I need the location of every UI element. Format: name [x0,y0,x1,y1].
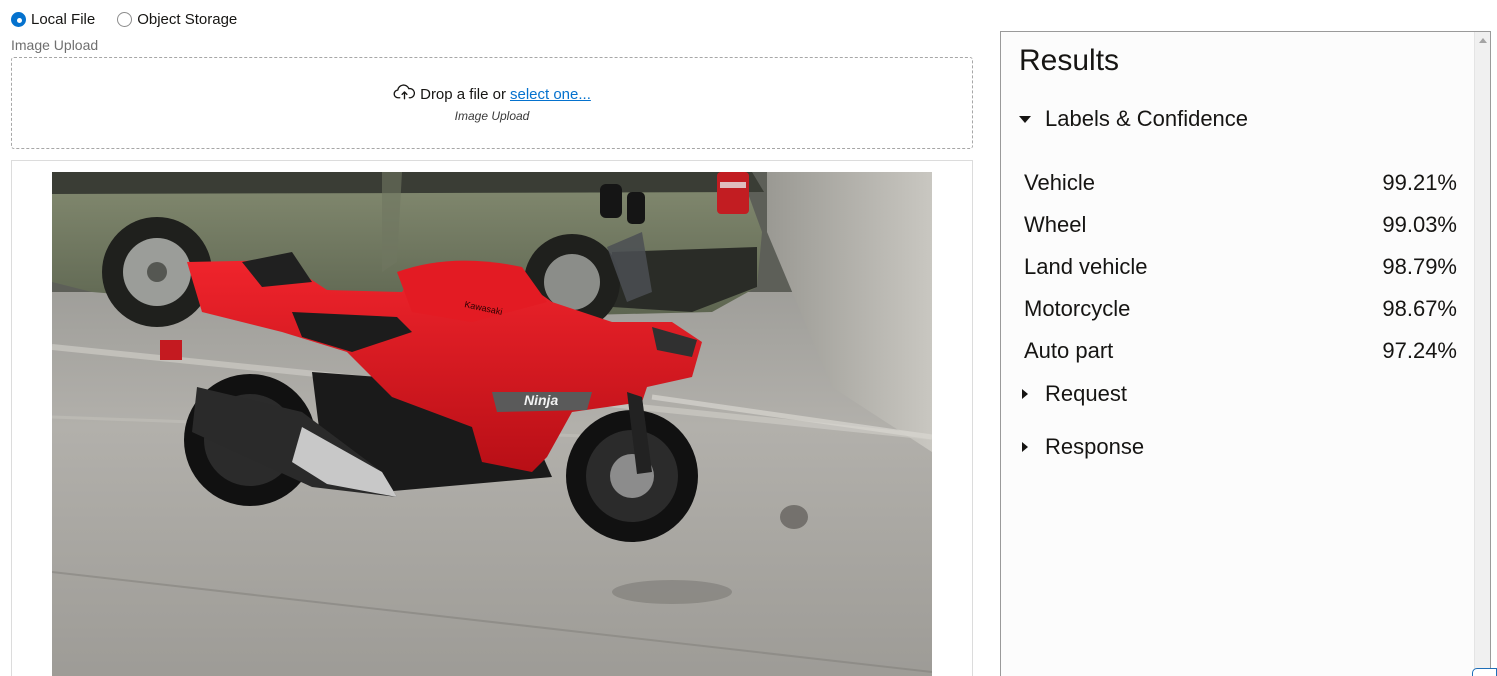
caret-right-icon [1022,389,1028,399]
radio-object-storage-label: Object Storage [137,10,238,28]
feedback-tab[interactable] [1472,668,1497,676]
label-name: Auto part [1024,338,1114,363]
label-row: Motorcycle 98.67% [1024,288,1457,330]
request-heading: Request [1045,381,1127,406]
label-confidence: 99.03% [1382,212,1457,237]
label-name: Vehicle [1024,170,1095,195]
label-name: Land vehicle [1024,254,1148,279]
caret-right-icon [1022,442,1028,452]
image-upload-label: Image Upload [11,37,99,53]
drop-instructions: Drop a file or select one... [12,83,972,105]
uploaded-photo: Ninja Kawasaki [52,172,932,676]
labels-confidence-toggle[interactable]: Labels & Confidence [1019,106,1248,132]
source-radio-group: Local File Object Storage [11,9,237,29]
labels-confidence-heading: Labels & Confidence [1045,106,1249,131]
label-confidence: 98.67% [1382,296,1457,321]
label-name: Wheel [1024,212,1087,237]
radio-checked-icon[interactable] [11,11,26,27]
drop-sub-label: Image Upload [454,109,530,123]
label-row: Auto part 97.24% [1024,330,1457,372]
label-name: Motorcycle [1024,296,1131,321]
image-preview: Ninja Kawasaki [11,160,973,676]
label-row: Wheel 99.03% [1024,204,1457,246]
motorcycle-photo: Ninja Kawasaki [52,172,932,676]
file-dropzone[interactable]: Drop a file or select one... Image Uploa… [11,57,973,149]
label-confidence: 99.21% [1382,170,1457,195]
scroll-up-arrow-icon[interactable] [1479,38,1487,43]
radio-object-storage[interactable]: Object Storage [117,11,237,28]
radio-unchecked-icon[interactable] [117,11,133,27]
label-confidence: 98.79% [1382,254,1457,279]
select-file-link[interactable]: select one... [510,86,591,103]
results-scrollbar[interactable] [1474,32,1490,676]
cloud-upload-icon [393,83,416,105]
label-row: Land vehicle 98.79% [1024,246,1457,288]
response-heading: Response [1045,434,1145,459]
label-row: Vehicle 99.21% [1024,162,1457,204]
radio-local-file[interactable]: Local File [11,11,95,28]
caret-down-icon [1019,115,1031,123]
radio-local-file-label: Local File [31,10,96,28]
request-toggle[interactable]: Request [1019,381,1127,407]
results-panel[interactable]: Results Labels & Confidence Vehicle 99.2… [1000,31,1491,676]
labels-list: Vehicle 99.21% Wheel 99.03% Land vehicle… [1024,162,1457,372]
results-title: Results [1019,44,1120,77]
drop-text: Drop a file or [420,85,506,103]
label-confidence: 97.24% [1382,338,1457,363]
ninja-logo: Ninja [524,392,558,408]
response-toggle[interactable]: Response [1019,434,1144,460]
